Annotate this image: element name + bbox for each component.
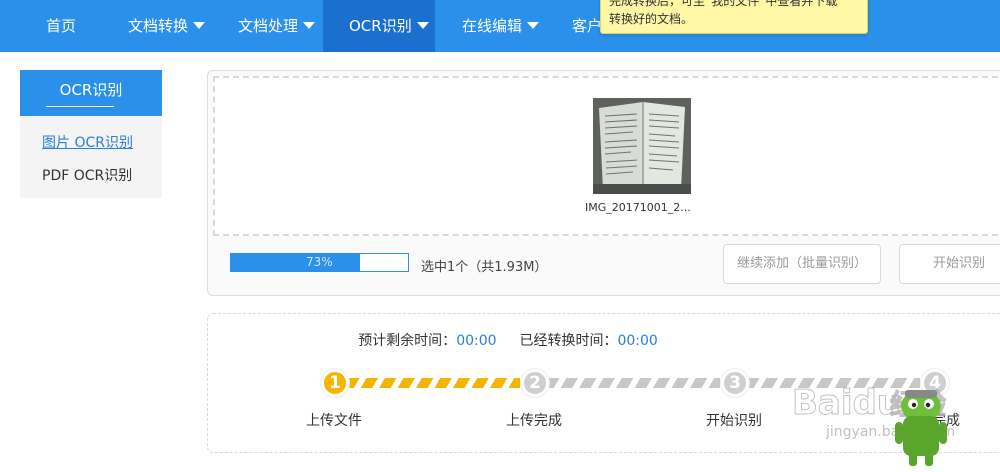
step-2-label: 上传完成: [506, 413, 562, 429]
step-1-badge: 1: [321, 369, 349, 397]
step-4-label: 完成: [932, 413, 960, 429]
remaining-time-label: 预计剩余时间：: [358, 333, 457, 349]
nav-item-label: OCR识别: [349, 17, 412, 35]
tooltip-line-1: 完成转换后，可至“我的文件”中查看并下载: [609, 0, 838, 8]
nav-item-client[interactable]: 客户: [572, 0, 602, 52]
step-connector-1: [348, 378, 520, 388]
tooltip: 完成转换后，可至“我的文件”中查看并下载 转换好的文档。: [600, 0, 868, 34]
file-thumbnail[interactable]: [593, 98, 691, 194]
chevron-down-icon: [416, 22, 429, 29]
nav-item-doc-process[interactable]: 文档处理: [238, 0, 316, 52]
chevron-down-icon: [303, 22, 316, 29]
sidebar-header: OCR识别: [20, 70, 162, 116]
nav-item-label: 文档处理: [238, 17, 299, 35]
step-1-label: 上传文件: [306, 413, 362, 429]
tooltip-line-2: 转换好的文档。: [609, 12, 694, 26]
nav-item-label: 在线编辑: [462, 17, 523, 35]
chevron-down-icon: [193, 22, 206, 29]
step-connector-2: [548, 378, 720, 388]
step-3-label: 开始识别: [706, 413, 762, 429]
timer-row: 预计剩余时间：00:00 已经转换时间：00:00: [208, 330, 808, 350]
nav-item-home[interactable]: 首页: [30, 0, 92, 52]
remaining-time-value: 00:00: [456, 333, 497, 349]
nav-item-label: 文档转换: [128, 17, 189, 35]
step-2-badge: 2: [521, 369, 549, 397]
nav-item-online-edit[interactable]: 在线编辑: [462, 0, 540, 52]
sidebar-title-underline: [46, 106, 114, 107]
document-photo-image: [593, 98, 691, 194]
sidebar-item-image-ocr[interactable]: 图片 OCR识别: [42, 132, 133, 152]
continue-add-button[interactable]: 继续添加（批量识别）: [723, 244, 881, 284]
elapsed-time-value: 00:00: [617, 333, 658, 349]
selection-summary: 选中1个（共1.93M）: [421, 260, 548, 275]
nav-item-label: 客户: [572, 17, 603, 35]
step-connector-3: [748, 378, 920, 388]
drop-zone[interactable]: IMG_20171001_2...: [213, 76, 1000, 236]
sidebar-title: OCR识别: [59, 81, 123, 99]
upload-panel: IMG_20171001_2... 73% 选中1个（共1.93M） 继续添加（…: [207, 70, 1000, 296]
progress-steps-panel: 预计剩余时间：00:00 已经转换时间：00:00 1 2 3 4 上传文件 上…: [207, 313, 1000, 453]
start-recognition-button[interactable]: 开始识别: [899, 244, 1000, 284]
sidebar: OCR识别 图片 OCR识别 PDF OCR识别: [20, 70, 162, 198]
nav-item-label: 首页: [45, 17, 76, 35]
nav-item-ocr[interactable]: OCR识别: [323, 0, 435, 52]
sidebar-item-pdf-ocr[interactable]: PDF OCR识别: [42, 165, 132, 185]
upload-progress-bar: 73%: [230, 253, 409, 272]
nav-item-doc-convert[interactable]: 文档转换: [128, 0, 206, 52]
file-name: IMG_20171001_2...: [585, 201, 691, 214]
step-4-badge: 4: [921, 369, 949, 397]
step-3-badge: 3: [721, 369, 749, 397]
progress-percent: 73%: [306, 255, 333, 269]
chevron-down-icon: [527, 22, 540, 29]
elapsed-time-label: 已经转换时间：: [519, 333, 618, 349]
